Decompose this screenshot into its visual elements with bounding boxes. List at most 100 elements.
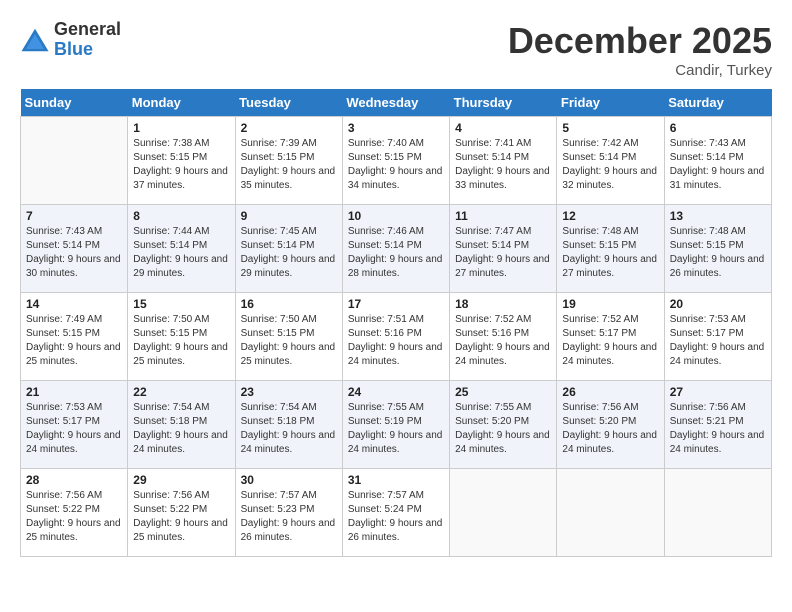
day-number: 21 xyxy=(26,385,122,399)
calendar-cell: 20 Sunrise: 7:53 AMSunset: 5:17 PMDaylig… xyxy=(664,293,771,381)
day-info: Sunrise: 7:44 AMSunset: 5:14 PMDaylight:… xyxy=(133,226,228,279)
day-info: Sunrise: 7:45 AMSunset: 5:14 PMDaylight:… xyxy=(241,226,336,279)
day-number: 22 xyxy=(133,385,229,399)
location: Candir, Turkey xyxy=(508,62,772,79)
calendar-week-row: 28 Sunrise: 7:56 AMSunset: 5:22 PMDaylig… xyxy=(21,469,772,557)
logo: General Blue xyxy=(20,20,121,60)
day-info: Sunrise: 7:47 AMSunset: 5:14 PMDaylight:… xyxy=(455,226,550,279)
day-info: Sunrise: 7:48 AMSunset: 5:15 PMDaylight:… xyxy=(670,226,765,279)
day-number: 27 xyxy=(670,385,766,399)
day-number: 17 xyxy=(348,297,444,311)
calendar-table: SundayMondayTuesdayWednesdayThursdayFrid… xyxy=(20,89,772,557)
day-number: 5 xyxy=(562,121,658,135)
day-number: 13 xyxy=(670,209,766,223)
day-number: 2 xyxy=(241,121,337,135)
day-number: 20 xyxy=(670,297,766,311)
day-number: 23 xyxy=(241,385,337,399)
day-number: 8 xyxy=(133,209,229,223)
title-block: December 2025 Candir, Turkey xyxy=(508,20,772,79)
calendar-cell xyxy=(664,469,771,557)
day-info: Sunrise: 7:55 AMSunset: 5:20 PMDaylight:… xyxy=(455,402,550,455)
day-info: Sunrise: 7:43 AMSunset: 5:14 PMDaylight:… xyxy=(670,138,765,191)
page-header: General Blue December 2025 Candir, Turke… xyxy=(20,20,772,79)
day-info: Sunrise: 7:50 AMSunset: 5:15 PMDaylight:… xyxy=(133,314,228,367)
calendar-cell: 27 Sunrise: 7:56 AMSunset: 5:21 PMDaylig… xyxy=(664,381,771,469)
calendar-cell xyxy=(21,117,128,205)
day-number: 18 xyxy=(455,297,551,311)
logo-icon xyxy=(20,25,50,55)
day-info: Sunrise: 7:54 AMSunset: 5:18 PMDaylight:… xyxy=(133,402,228,455)
day-info: Sunrise: 7:52 AMSunset: 5:16 PMDaylight:… xyxy=(455,314,550,367)
calendar-week-row: 14 Sunrise: 7:49 AMSunset: 5:15 PMDaylig… xyxy=(21,293,772,381)
day-number: 14 xyxy=(26,297,122,311)
day-info: Sunrise: 7:49 AMSunset: 5:15 PMDaylight:… xyxy=(26,314,121,367)
calendar-cell: 16 Sunrise: 7:50 AMSunset: 5:15 PMDaylig… xyxy=(235,293,342,381)
calendar-cell: 7 Sunrise: 7:43 AMSunset: 5:14 PMDayligh… xyxy=(21,205,128,293)
calendar-cell: 13 Sunrise: 7:48 AMSunset: 5:15 PMDaylig… xyxy=(664,205,771,293)
day-info: Sunrise: 7:42 AMSunset: 5:14 PMDaylight:… xyxy=(562,138,657,191)
calendar-cell: 4 Sunrise: 7:41 AMSunset: 5:14 PMDayligh… xyxy=(450,117,557,205)
calendar-cell: 22 Sunrise: 7:54 AMSunset: 5:18 PMDaylig… xyxy=(128,381,235,469)
day-info: Sunrise: 7:54 AMSunset: 5:18 PMDaylight:… xyxy=(241,402,336,455)
day-number: 11 xyxy=(455,209,551,223)
day-number: 25 xyxy=(455,385,551,399)
day-info: Sunrise: 7:50 AMSunset: 5:15 PMDaylight:… xyxy=(241,314,336,367)
day-info: Sunrise: 7:41 AMSunset: 5:14 PMDaylight:… xyxy=(455,138,550,191)
calendar-week-row: 7 Sunrise: 7:43 AMSunset: 5:14 PMDayligh… xyxy=(21,205,772,293)
day-info: Sunrise: 7:57 AMSunset: 5:24 PMDaylight:… xyxy=(348,490,443,543)
day-number: 7 xyxy=(26,209,122,223)
day-number: 19 xyxy=(562,297,658,311)
calendar-cell: 28 Sunrise: 7:56 AMSunset: 5:22 PMDaylig… xyxy=(21,469,128,557)
calendar-cell: 12 Sunrise: 7:48 AMSunset: 5:15 PMDaylig… xyxy=(557,205,664,293)
calendar-cell xyxy=(450,469,557,557)
day-info: Sunrise: 7:52 AMSunset: 5:17 PMDaylight:… xyxy=(562,314,657,367)
day-number: 24 xyxy=(348,385,444,399)
day-number: 15 xyxy=(133,297,229,311)
day-info: Sunrise: 7:51 AMSunset: 5:16 PMDaylight:… xyxy=(348,314,443,367)
day-info: Sunrise: 7:56 AMSunset: 5:20 PMDaylight:… xyxy=(562,402,657,455)
weekday-header: Saturday xyxy=(664,89,771,117)
day-number: 16 xyxy=(241,297,337,311)
day-number: 1 xyxy=(133,121,229,135)
calendar-cell: 26 Sunrise: 7:56 AMSunset: 5:20 PMDaylig… xyxy=(557,381,664,469)
calendar-cell: 31 Sunrise: 7:57 AMSunset: 5:24 PMDaylig… xyxy=(342,469,449,557)
weekday-header: Wednesday xyxy=(342,89,449,117)
calendar-cell: 23 Sunrise: 7:54 AMSunset: 5:18 PMDaylig… xyxy=(235,381,342,469)
calendar-cell: 21 Sunrise: 7:53 AMSunset: 5:17 PMDaylig… xyxy=(21,381,128,469)
day-info: Sunrise: 7:56 AMSunset: 5:22 PMDaylight:… xyxy=(26,490,121,543)
calendar-cell: 3 Sunrise: 7:40 AMSunset: 5:15 PMDayligh… xyxy=(342,117,449,205)
calendar-cell: 29 Sunrise: 7:56 AMSunset: 5:22 PMDaylig… xyxy=(128,469,235,557)
day-number: 9 xyxy=(241,209,337,223)
day-info: Sunrise: 7:55 AMSunset: 5:19 PMDaylight:… xyxy=(348,402,443,455)
calendar-cell: 18 Sunrise: 7:52 AMSunset: 5:16 PMDaylig… xyxy=(450,293,557,381)
month-title: December 2025 xyxy=(508,20,772,62)
weekday-header: Tuesday xyxy=(235,89,342,117)
day-info: Sunrise: 7:43 AMSunset: 5:14 PMDaylight:… xyxy=(26,226,121,279)
day-info: Sunrise: 7:48 AMSunset: 5:15 PMDaylight:… xyxy=(562,226,657,279)
day-number: 3 xyxy=(348,121,444,135)
day-info: Sunrise: 7:39 AMSunset: 5:15 PMDaylight:… xyxy=(241,138,336,191)
calendar-cell: 30 Sunrise: 7:57 AMSunset: 5:23 PMDaylig… xyxy=(235,469,342,557)
calendar-week-row: 1 Sunrise: 7:38 AMSunset: 5:15 PMDayligh… xyxy=(21,117,772,205)
calendar-cell: 2 Sunrise: 7:39 AMSunset: 5:15 PMDayligh… xyxy=(235,117,342,205)
calendar-cell: 19 Sunrise: 7:52 AMSunset: 5:17 PMDaylig… xyxy=(557,293,664,381)
calendar-cell: 9 Sunrise: 7:45 AMSunset: 5:14 PMDayligh… xyxy=(235,205,342,293)
day-info: Sunrise: 7:53 AMSunset: 5:17 PMDaylight:… xyxy=(26,402,121,455)
logo-text: General Blue xyxy=(54,20,121,60)
calendar-cell: 14 Sunrise: 7:49 AMSunset: 5:15 PMDaylig… xyxy=(21,293,128,381)
day-info: Sunrise: 7:40 AMSunset: 5:15 PMDaylight:… xyxy=(348,138,443,191)
calendar-cell: 1 Sunrise: 7:38 AMSunset: 5:15 PMDayligh… xyxy=(128,117,235,205)
weekday-header: Monday xyxy=(128,89,235,117)
calendar-cell: 8 Sunrise: 7:44 AMSunset: 5:14 PMDayligh… xyxy=(128,205,235,293)
day-number: 4 xyxy=(455,121,551,135)
calendar-cell: 17 Sunrise: 7:51 AMSunset: 5:16 PMDaylig… xyxy=(342,293,449,381)
day-info: Sunrise: 7:38 AMSunset: 5:15 PMDaylight:… xyxy=(133,138,228,191)
weekday-header: Sunday xyxy=(21,89,128,117)
day-number: 28 xyxy=(26,473,122,487)
logo-general: General xyxy=(54,20,121,40)
day-info: Sunrise: 7:57 AMSunset: 5:23 PMDaylight:… xyxy=(241,490,336,543)
calendar-week-row: 21 Sunrise: 7:53 AMSunset: 5:17 PMDaylig… xyxy=(21,381,772,469)
day-number: 29 xyxy=(133,473,229,487)
weekday-header-row: SundayMondayTuesdayWednesdayThursdayFrid… xyxy=(21,89,772,117)
weekday-header: Thursday xyxy=(450,89,557,117)
